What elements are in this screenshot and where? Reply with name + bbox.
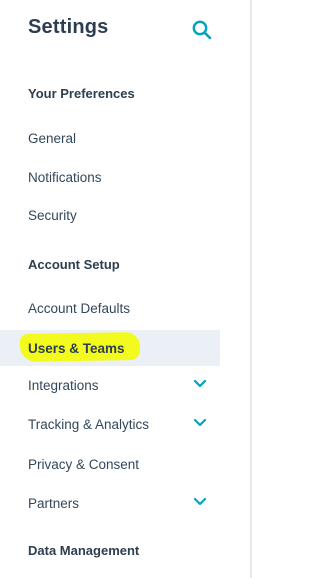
sidebar-item-label: Users & Teams <box>28 340 125 356</box>
sidebar-item-label: Account Defaults <box>28 300 131 316</box>
sidebar-item-integrations[interactable]: Integrations <box>0 367 220 403</box>
chevron-down-icon[interactable] <box>193 418 207 428</box>
section-heading-data-management: Data Management <box>28 543 140 558</box>
sidebar-item-security[interactable]: Security <box>0 197 220 233</box>
sidebar-item-account-defaults[interactable]: Account Defaults <box>0 290 220 326</box>
sidebar-item-label: Partners <box>28 495 80 511</box>
sidebar-item-label: Notifications <box>28 169 102 185</box>
sidebar-item-privacy-consent[interactable]: Privacy & Consent <box>0 446 220 482</box>
chevron-down-icon[interactable] <box>193 379 207 389</box>
section-heading-preferences: Your Preferences <box>28 86 135 101</box>
search-button[interactable] <box>190 18 214 42</box>
sidebar-item-label: Security <box>28 207 77 223</box>
sidebar-item-general[interactable]: General <box>0 120 220 156</box>
search-icon <box>192 20 212 40</box>
sidebar-item-tracking-analytics[interactable]: Tracking & Analytics <box>0 406 220 442</box>
chevron-down-icon[interactable] <box>193 497 207 507</box>
page-title: Settings <box>28 16 109 38</box>
sidebar-item-partners[interactable]: Partners <box>0 485 220 521</box>
sidebar-item-label: General <box>28 130 77 146</box>
sidebar-item-users-teams[interactable]: Users & Teams <box>0 330 220 366</box>
sidebar-item-label: Tracking & Analytics <box>28 416 150 432</box>
settings-sidebar: Settings Your Preferences General Notifi… <box>0 0 252 578</box>
section-heading-account-setup: Account Setup <box>28 257 120 272</box>
sidebar-item-notifications[interactable]: Notifications <box>0 159 220 195</box>
sidebar-item-label: Privacy & Consent <box>28 456 140 472</box>
sidebar-item-label: Integrations <box>28 377 99 393</box>
